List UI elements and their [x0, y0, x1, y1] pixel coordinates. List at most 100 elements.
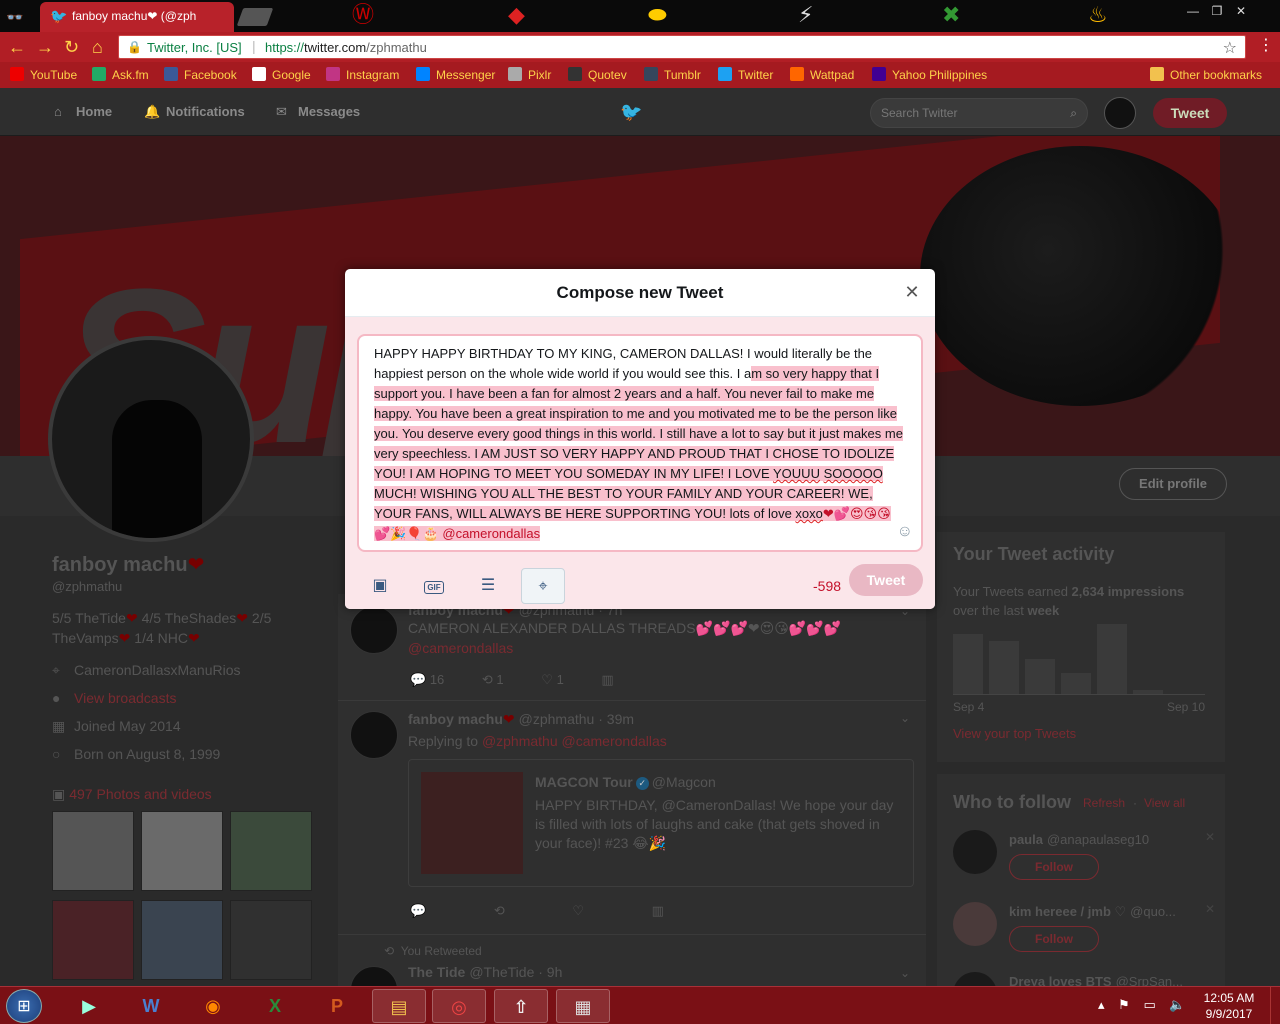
tweet-item[interactable]: fanboy machu❤ @zphmathu · 7h ⌄ CAMERON AL… [338, 594, 926, 700]
nav-tweet-button[interactable]: Tweet [1153, 98, 1227, 128]
view-broadcasts-link[interactable]: ● View broadcasts [52, 688, 322, 716]
forward-arrow-icon[interactable]: → [36, 37, 54, 57]
nav-messages[interactable]: ✉ Messages [276, 104, 360, 120]
explorer-icon[interactable]: ▤ [372, 989, 426, 1023]
user-name[interactable]: kim hereee / jmb ♡ @quo... [1009, 904, 1176, 920]
activity-bar[interactable] [953, 634, 983, 694]
edit-profile-button[interactable]: Edit profile [1119, 468, 1227, 500]
photo-thumb[interactable] [141, 811, 223, 891]
photo-thumb[interactable] [230, 900, 312, 980]
reply-button[interactable]: 💬 [410, 903, 426, 919]
add-gif-icon[interactable]: GIF [412, 568, 456, 604]
refresh-link[interactable]: Refresh [1083, 796, 1125, 810]
reply-button[interactable]: 💬 16 [410, 672, 444, 688]
home-icon[interactable]: ⌂ [92, 37, 103, 57]
user-avatar[interactable] [953, 830, 997, 874]
browser-tab-active[interactable]: 🐦 fanboy machu❤ (@zph [40, 2, 234, 32]
user-avatar[interactable] [953, 902, 997, 946]
browser-menu-icon[interactable]: ⋮ [1258, 38, 1274, 54]
activity-bar[interactable] [1133, 690, 1163, 694]
nav-home[interactable]: ⌂ Home [54, 104, 112, 120]
analytics-icon[interactable]: ▥ [601, 672, 613, 688]
bookmark-instagram[interactable]: Instagram [326, 66, 399, 84]
bookmark-youtube[interactable]: YouTube [10, 66, 77, 84]
photo-thumb[interactable] [230, 811, 312, 891]
maximize-icon[interactable]: ❐ [1206, 2, 1228, 20]
activity-bar[interactable] [1061, 673, 1091, 694]
add-location-icon[interactable]: ⌖ [521, 568, 565, 604]
follow-button[interactable]: Follow [1009, 926, 1099, 952]
photos-videos-link[interactable]: ▣ 497 Photos and videos [52, 786, 212, 803]
bookmark-yahoo-philippines[interactable]: Yahoo Philippines [872, 66, 987, 84]
chevron-down-icon[interactable]: ⌄ [900, 966, 910, 980]
photo-thumb[interactable] [52, 811, 134, 891]
follow-button[interactable]: Follow [1009, 854, 1099, 880]
close-window-icon[interactable]: ✕ [1230, 2, 1252, 20]
taskbar-clock[interactable]: 12:05 AM 9/9/2017 [1196, 990, 1262, 1022]
show-desktop-button[interactable] [1270, 987, 1280, 1024]
add-poll-icon[interactable]: ☰ [466, 568, 510, 604]
bookmark-quotev[interactable]: Quotev [568, 66, 627, 84]
chrome-icon[interactable]: ◎ [432, 989, 486, 1023]
back-arrow-icon[interactable]: ← [8, 37, 26, 57]
tweet-item[interactable]: fanboy machu❤ @zphmathu · 39m ⌄ Replying … [338, 701, 926, 933]
twitter-logo-icon[interactable]: 🐦 [620, 102, 642, 123]
media-player-icon[interactable]: ▶ [62, 989, 116, 1023]
quoted-tweet[interactable]: MAGCON Tour ✓ @Magcon HAPPY BIRTHDAY, @Cam… [408, 759, 914, 887]
tweet-text-editor[interactable]: HAPPY HAPPY BIRTHDAY TO MY KING, CAMERON… [357, 334, 923, 552]
user-name[interactable]: Dreya loves BTS @SrpSan... [1009, 974, 1183, 986]
view-all-link[interactable]: View all [1144, 796, 1185, 810]
activity-bar[interactable] [989, 641, 1019, 694]
search-icon[interactable]: ⌕ [1070, 99, 1077, 127]
address-bar[interactable]: 🔒 Twitter, Inc. [US] | https://twitter.c… [118, 35, 1246, 59]
tweet-avatar[interactable] [350, 711, 398, 759]
volume-icon[interactable]: 🔈 [1169, 997, 1185, 1012]
tray-expand-icon[interactable]: ▴ [1098, 997, 1105, 1012]
user-name[interactable]: paula @anapaulaseg10 [1009, 832, 1149, 847]
reload-icon[interactable]: ↻ [64, 37, 79, 57]
bookmark-wattpad[interactable]: Wattpad [790, 66, 854, 84]
network-icon[interactable]: ▭ [1143, 997, 1155, 1012]
close-icon[interactable]: ✕ [901, 281, 923, 303]
bookmark-google[interactable]: Google [252, 66, 311, 84]
bookmark-messenger[interactable]: Messenger [416, 66, 495, 84]
search-input[interactable]: Search Twitter ⌕ [870, 98, 1088, 128]
nav-notifications[interactable]: 🔔 Notifications [144, 104, 245, 120]
user-avatar[interactable] [953, 972, 997, 986]
tweet-author[interactable]: fanboy machu❤ @zphmathu · 39m [408, 711, 634, 728]
analytics-icon[interactable]: ▥ [652, 903, 664, 919]
dismiss-icon[interactable]: ✕ [1205, 902, 1215, 916]
bookmark-twitter[interactable]: Twitter [718, 66, 773, 84]
powerpoint-icon[interactable]: P [310, 989, 364, 1023]
dismiss-icon[interactable]: ✕ [1205, 830, 1215, 844]
other-bookmarks[interactable]: Other bookmarks [1150, 66, 1262, 84]
activity-bar[interactable] [1025, 659, 1055, 694]
like-button[interactable]: ♡ 1 [541, 672, 564, 688]
retweet-button[interactable]: ⟲ [494, 903, 505, 919]
bookmark-star-icon[interactable]: ☆ [1223, 38, 1237, 58]
bookmark-facebook[interactable]: Facebook [164, 66, 237, 84]
upload-arrow-icon[interactable]: ⇧ [494, 989, 548, 1023]
activity-bar[interactable] [1097, 624, 1127, 694]
photo-thumb[interactable] [141, 900, 223, 980]
bookmark-pixlr[interactable]: Pixlr [508, 66, 551, 84]
excel-icon[interactable]: X [248, 989, 302, 1023]
photo-thumb[interactable] [52, 900, 134, 980]
minimize-icon[interactable]: — [1182, 2, 1204, 20]
bookmark-tumblr[interactable]: Tumblr [644, 66, 701, 84]
word-icon[interactable]: W [124, 989, 178, 1023]
start-button[interactable]: ⊞ [6, 989, 42, 1023]
window-app-icon[interactable]: ▦ [556, 989, 610, 1023]
add-photo-icon[interactable]: ▣ [358, 568, 402, 604]
view-top-tweets-link[interactable]: View your top Tweets [953, 726, 1076, 741]
like-button[interactable]: ♡ [572, 903, 584, 919]
flag-icon[interactable]: ⚑ [1118, 997, 1130, 1012]
nav-avatar[interactable] [1104, 97, 1136, 129]
firefox-icon[interactable]: ◉ [186, 989, 240, 1023]
bookmark-ask-fm[interactable]: Ask.fm [92, 66, 149, 84]
emoji-picker-icon[interactable]: ☺ [897, 522, 913, 542]
new-tab-button[interactable] [236, 8, 274, 26]
chevron-down-icon[interactable]: ⌄ [900, 711, 910, 725]
tweet-item[interactable]: ⟲ You Retweeted The Tide @TheTide · 9h ⌄ [338, 938, 926, 1014]
tweet-submit-button[interactable]: Tweet [849, 564, 923, 596]
